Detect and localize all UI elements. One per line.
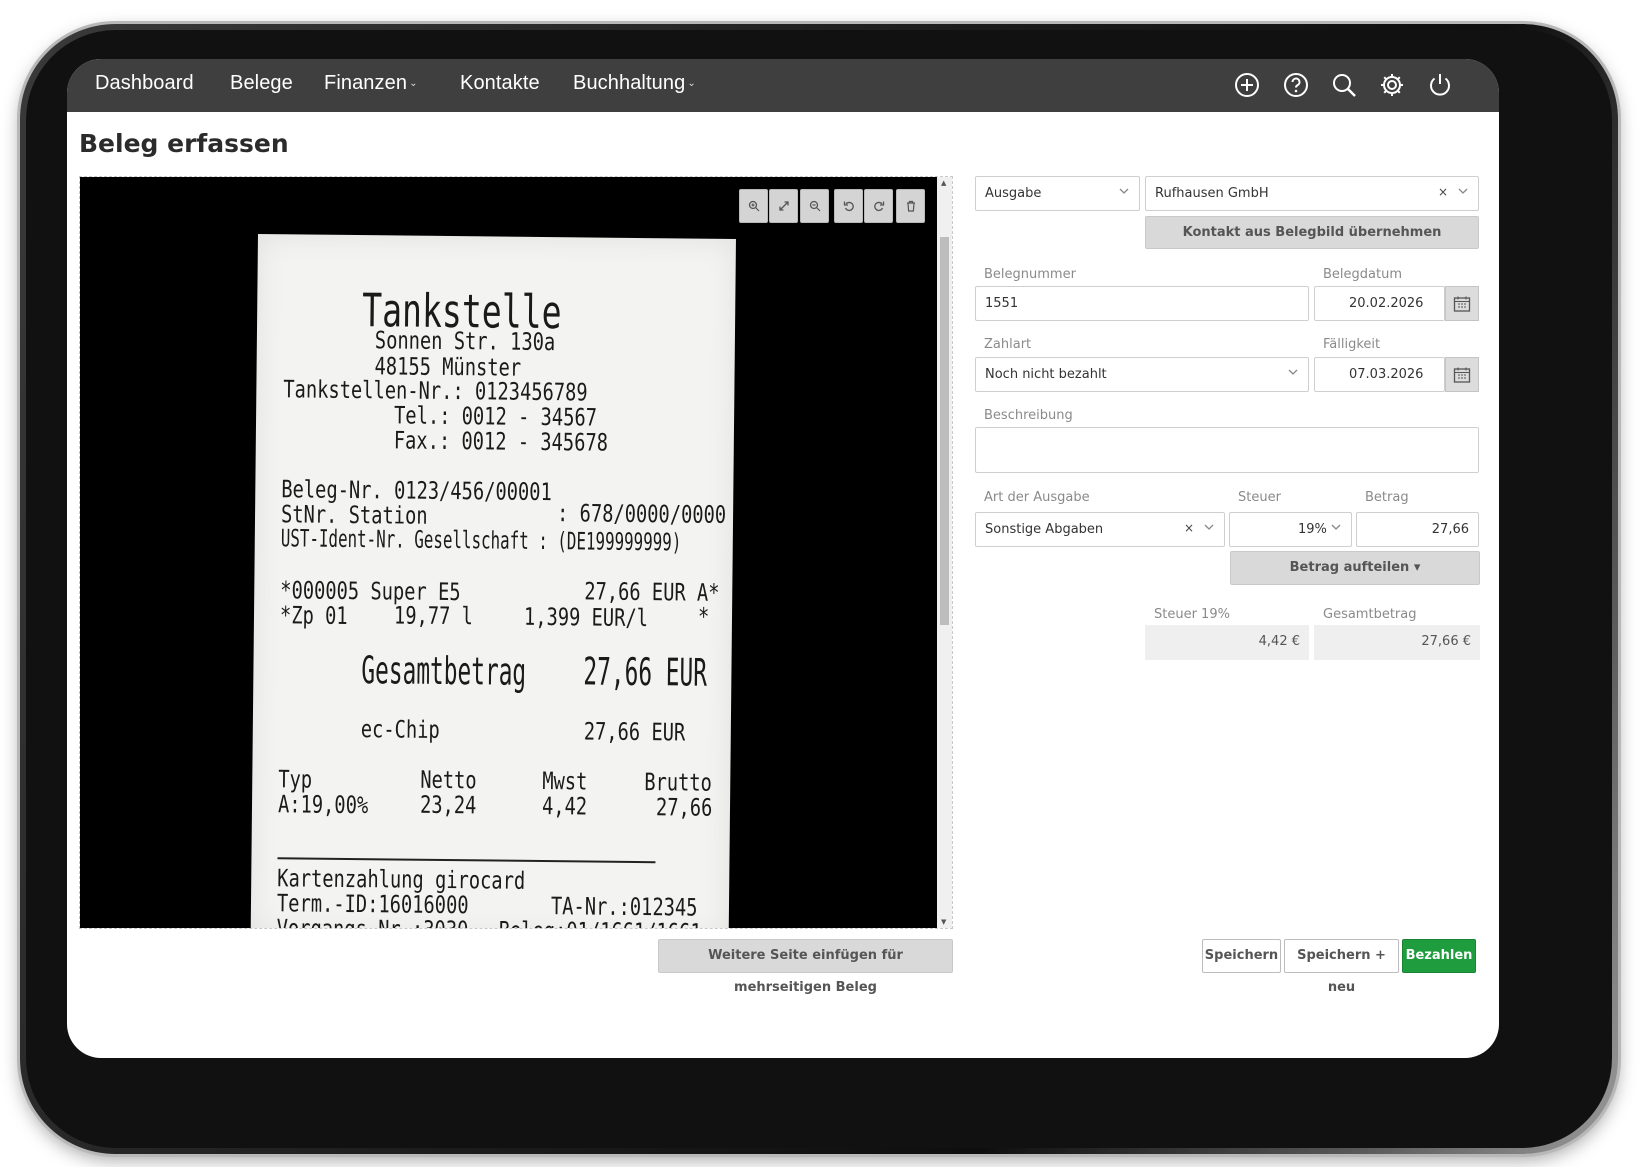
nav-dashboard[interactable]: Dashboard [95, 72, 194, 95]
contact-from-image-button[interactable]: Kontakt aus Belegbild übernehmen [1145, 216, 1479, 249]
steuer-select[interactable]: 19% [1229, 512, 1352, 547]
receipt-line: 1,399 EUR/l [523, 602, 649, 633]
rotate-right-icon[interactable] [864, 189, 893, 223]
receipt-line: 27,66 EUR [583, 649, 708, 695]
search-icon[interactable] [1329, 70, 1359, 100]
art-select[interactable]: Sonstige Abgaben × [975, 512, 1225, 547]
type-select[interactable]: Ausgabe [975, 176, 1140, 211]
art-value: Sonstige Abgaben [985, 522, 1104, 537]
beschreibung-label: Beschreibung [984, 408, 1073, 423]
scroll-up-icon[interactable]: ▲ [941, 179, 946, 187]
nav-kontakte[interactable]: Kontakte [460, 72, 540, 95]
rotate-left-icon[interactable] [834, 189, 863, 223]
chevron-down-icon: ⌄ [687, 78, 696, 90]
add-page-button[interactable]: Weitere Seite einfügen für mehrseitigen … [658, 939, 953, 995]
gesamt-label: Gesamtbetrag [1323, 607, 1417, 622]
receipt-line: Beleg:01/1661/1661 [499, 917, 702, 928]
chevron-down-icon [1204, 524, 1214, 530]
zahlart-label: Zahlart [984, 337, 1032, 352]
clear-icon[interactable]: × [1184, 521, 1194, 535]
steuer-sum-label: Steuer 19% [1154, 607, 1230, 622]
belegdatum-label: Belegdatum [1323, 267, 1402, 282]
top-navbar: Dashboard Belege Finanzen ⌄ Kontakte Buch… [67, 59, 1499, 112]
help-icon[interactable] [1281, 70, 1311, 100]
calendar-icon[interactable] [1445, 357, 1479, 392]
plus-circle-icon[interactable] [1232, 70, 1262, 100]
zoom-in-icon[interactable] [739, 189, 768, 223]
expand-icon[interactable] [769, 189, 798, 223]
app-screen: Dashboard Belege Finanzen ⌄ Kontakte Buch… [67, 59, 1499, 1058]
receipt-line: *Zp 01 [279, 601, 348, 630]
zoom-out-icon[interactable] [800, 189, 829, 223]
receipt-line: Fax.: 0012 - 345678 [393, 426, 609, 457]
split-amount-button[interactable]: Betrag aufteilen ▾ [1230, 551, 1480, 585]
nav-belege[interactable]: Belege [230, 72, 293, 95]
receipt-line: * [697, 602, 710, 631]
power-icon[interactable] [1425, 70, 1455, 100]
belegnummer-input[interactable]: 1551 [975, 286, 1309, 321]
scroll-down-icon[interactable]: ▼ [941, 918, 946, 926]
contact-select-value: Rufhausen GmbH [1155, 186, 1269, 201]
contact-select[interactable]: Rufhausen GmbH × [1145, 176, 1479, 211]
receipt-line: Gesamtbetrag [361, 648, 527, 694]
receipt-line: 27,66 [655, 793, 713, 822]
faelligkeit-label: Fälligkeit [1323, 337, 1381, 352]
document-viewer: Tankstelle Sonnen Str. 130a 48155 Münste… [79, 176, 953, 929]
faelligkeit-value: 07.03.2026 [1349, 367, 1424, 382]
chevron-down-icon [1458, 188, 1468, 194]
receipt-line: 27,66 EUR [583, 717, 686, 747]
beschreibung-input[interactable] [975, 427, 1479, 473]
type-select-value: Ausgabe [985, 186, 1042, 201]
receipt-line: : 678/0000/0000 [556, 499, 727, 529]
receipt-divider [277, 857, 656, 864]
page-title: Beleg erfassen [79, 129, 289, 158]
receipt-line: UST-Ident-Nr. Gesellschaft : (DE19999999… [280, 524, 682, 557]
receipt-image: Tankstelle Sonnen Str. 130a 48155 Münste… [250, 234, 736, 928]
save-button[interactable]: Speichern [1202, 939, 1281, 973]
betrag-value: 27,66 [1431, 522, 1469, 537]
chevron-down-icon: ⌄ [409, 78, 418, 90]
chevron-down-icon [1119, 188, 1129, 194]
betrag-label: Betrag [1365, 490, 1409, 505]
receipt-line: ec-Chip [360, 715, 440, 744]
receipt-line: 4,42 [541, 792, 588, 821]
gesamt-text: 27,66 € [1421, 634, 1471, 649]
nav-finanzen-label: Finanzen [324, 72, 408, 94]
viewer-scrollbar[interactable]: ▲ ▼ [937, 177, 952, 928]
steuer-label: Steuer [1238, 490, 1281, 505]
save-new-button[interactable]: Speichern + neu [1284, 939, 1399, 995]
chevron-down-icon [1331, 524, 1341, 530]
nav-finanzen[interactable]: Finanzen ⌄ [324, 72, 418, 95]
trash-icon[interactable] [896, 189, 925, 223]
nav-buchhaltung[interactable]: Buchhaltung ⌄ [573, 72, 696, 95]
gesamt-value: 27,66 € [1314, 625, 1480, 660]
betrag-input[interactable]: 27,66 [1356, 512, 1479, 547]
gear-icon[interactable] [1377, 70, 1407, 100]
calendar-icon[interactable] [1445, 286, 1479, 321]
steuer-value: 19% [1298, 522, 1327, 537]
nav-buchhaltung-label: Buchhaltung [573, 72, 686, 94]
clear-icon[interactable]: × [1438, 185, 1448, 199]
pay-button[interactable]: Bezahlen [1402, 939, 1476, 973]
belegdatum-input[interactable]: 20.02.2026 [1314, 286, 1445, 321]
receipt-line: A:19,00% [277, 790, 369, 820]
belegnummer-label: Belegnummer [984, 267, 1076, 282]
receipt-canvas[interactable]: Tankstelle Sonnen Str. 130a 48155 Münste… [80, 177, 937, 928]
zahlart-value: Noch nicht bezahlt [985, 367, 1107, 382]
chevron-down-icon [1288, 369, 1298, 375]
faelligkeit-input[interactable]: 07.03.2026 [1314, 357, 1445, 392]
steuer-sum-value: 4,42 € [1145, 625, 1309, 660]
belegnummer-value: 1551 [985, 296, 1019, 311]
belegdatum-value: 20.02.2026 [1349, 296, 1424, 311]
steuer-sum-text: 4,42 € [1258, 634, 1300, 649]
scrollbar-thumb[interactable] [940, 237, 949, 625]
receipt-line: 23,24 [419, 790, 477, 820]
receipt-line: Vorgangs-Nr.:3030 [277, 914, 469, 928]
art-label: Art der Ausgabe [984, 490, 1090, 505]
receipt-line: 19,77 l [393, 601, 474, 631]
zahlart-select[interactable]: Noch nicht bezahlt [975, 357, 1309, 392]
